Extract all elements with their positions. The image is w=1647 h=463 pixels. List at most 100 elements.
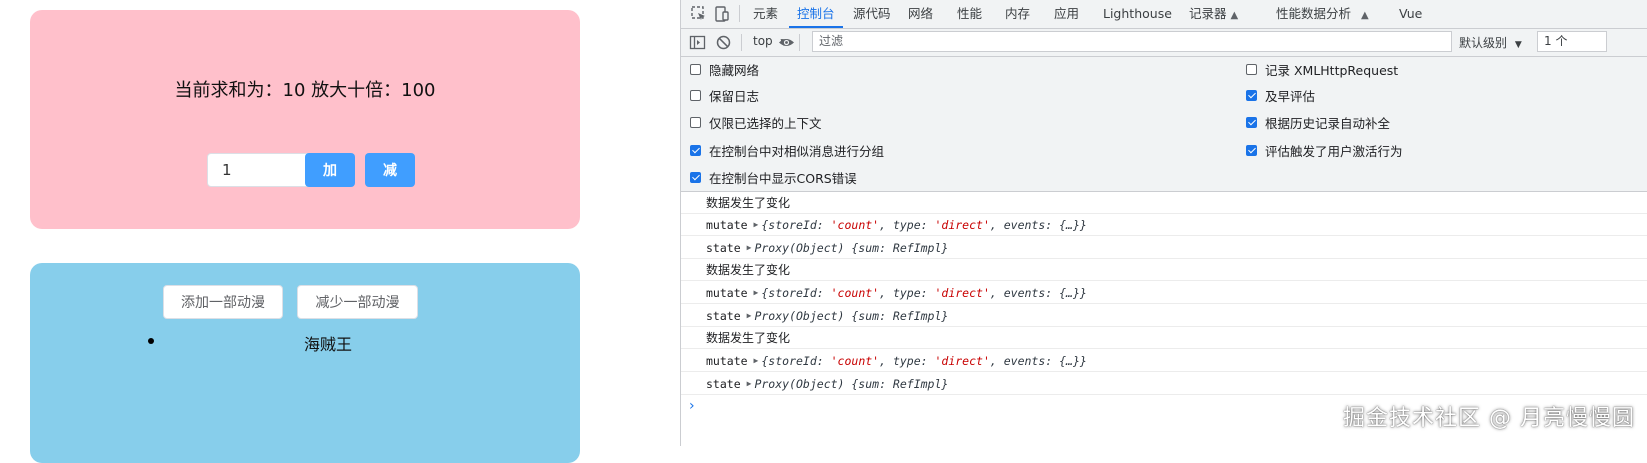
sum-display: 当前求和为：10 放大十倍：100 — [174, 80, 436, 101]
setting-label: 记录 XMLHttpRequest — [1265, 62, 1399, 78]
devtools-tabbar: 元素 控制台 源代码 网络 性能 内存 应用 Lighthouse 记录器 ▲ 性… — [681, 0, 1647, 29]
log-level-value: 默认级别 — [1459, 36, 1508, 50]
log-object: Proxy(Object) {sum: RefImpl} — [754, 308, 949, 323]
tab-recorder[interactable]: 记录器 ▲ — [1189, 0, 1238, 28]
setting-label: 根据历史记录自动补全 — [1265, 115, 1391, 131]
expand-triangle-icon[interactable]: ▶ — [747, 379, 752, 388]
setting-log-xhr[interactable]: 记录 XMLHttpRequest — [1246, 60, 1398, 78]
log-object: {storeId: 'count', type: 'direct', event… — [761, 353, 1087, 368]
checkbox[interactable] — [690, 171, 701, 183]
console-message[interactable]: mutate ▶ {storeId: 'count', type: 'direc… — [681, 282, 1647, 304]
eye-icon[interactable] — [778, 34, 795, 51]
checkbox[interactable] — [1246, 63, 1257, 75]
setting-label: 仅限已选择的上下文 — [709, 115, 822, 131]
setting-show-cors-errors[interactable]: 在控制台中显示CORS错误 — [690, 168, 857, 186]
device-toolbar-icon[interactable] — [713, 5, 731, 23]
subtract-button[interactable]: 减 — [365, 153, 415, 187]
sum-card: 当前求和为：10 放大十倍：100 1 加 减 — [30, 10, 580, 229]
tab-application[interactable]: 应用 — [1054, 0, 1079, 28]
setting-label: 评估触发了用户激活行为 — [1265, 143, 1403, 159]
expand-triangle-icon[interactable]: ▶ — [754, 220, 759, 229]
tab-console[interactable]: 控制台 — [789, 0, 843, 28]
add-button[interactable]: 加 — [305, 153, 355, 187]
expand-triangle-icon[interactable]: ▶ — [747, 243, 752, 252]
console-settings: 隐藏网络 保留日志 仅限已选择的上下文 在控制台中对相似消息进行分组 在控制台中… — [681, 57, 1647, 192]
log-text: 数据发生了变化 — [706, 196, 791, 210]
setting-eager-evaluation[interactable]: 及早评估 — [1246, 86, 1315, 104]
step-select-value: 1 — [222, 161, 232, 179]
separator — [799, 34, 800, 51]
tab-performance-insights-label: 性能数据分析 — [1276, 6, 1352, 21]
setting-group-similar[interactable]: 在控制台中对相似消息进行分组 — [690, 141, 884, 159]
log-label: mutate — [706, 353, 748, 368]
log-text: 数据发生了变化 — [706, 263, 791, 277]
console-prompt[interactable]: › — [689, 398, 695, 414]
log-label: state — [706, 308, 741, 323]
tab-sources[interactable]: 源代码 — [853, 0, 891, 28]
console-message[interactable]: mutate ▶ {storeId: 'count', type: 'direc… — [681, 214, 1647, 236]
checkbox[interactable] — [1246, 116, 1257, 128]
tab-memory[interactable]: 内存 — [1005, 0, 1030, 28]
sidebar-toggle-icon[interactable] — [689, 34, 706, 51]
setting-user-activation[interactable]: 评估触发了用户激活行为 — [1246, 141, 1403, 159]
tab-lighthouse[interactable]: Lighthouse — [1103, 0, 1172, 28]
setting-label: 隐藏网络 — [709, 62, 760, 78]
console-toolbar: top ▼ 过滤 默认级别 ▼ 1 个 — [681, 29, 1647, 57]
experiment-flask-icon: ▲ — [1361, 10, 1369, 21]
devtools-panel: 元素 控制台 源代码 网络 性能 内存 应用 Lighthouse 记录器 ▲ 性… — [680, 0, 1647, 446]
log-object: {storeId: 'count', type: 'direct', event… — [761, 285, 1087, 300]
checkbox[interactable] — [1246, 144, 1257, 156]
inspect-element-icon[interactable] — [690, 5, 708, 23]
expand-triangle-icon[interactable]: ▶ — [747, 311, 752, 320]
checkbox[interactable] — [690, 144, 701, 156]
tab-performance[interactable]: 性能 — [957, 0, 982, 28]
separator — [741, 34, 742, 51]
tab-performance-insights[interactable]: 性能数据分析 ▲ — [1276, 0, 1369, 28]
console-message[interactable]: mutate ▶ {storeId: 'count', type: 'direc… — [681, 350, 1647, 372]
caret-down-icon: ▼ — [1514, 40, 1522, 50]
log-object: Proxy(Object) {sum: RefImpl} — [754, 240, 949, 255]
log-label: mutate — [706, 217, 748, 232]
filter-placeholder: 过滤 — [819, 34, 844, 48]
expand-triangle-icon[interactable]: ▶ — [754, 288, 759, 297]
anime-title: 海贼王 — [303, 335, 352, 354]
checkbox[interactable] — [690, 89, 701, 101]
setting-preserve-log[interactable]: 保留日志 — [690, 86, 759, 104]
log-label: state — [706, 376, 741, 391]
separator — [739, 5, 740, 22]
console-message[interactable]: 数据发生了变化 — [681, 327, 1647, 349]
issues-counter[interactable]: 1 个 — [1537, 31, 1607, 52]
log-level-select[interactable]: 默认级别 ▼ — [1459, 34, 1522, 51]
tab-vue[interactable]: Vue — [1399, 0, 1422, 28]
log-object: {storeId: 'count', type: 'direct', event… — [761, 217, 1087, 232]
setting-autocomplete-history[interactable]: 根据历史记录自动补全 — [1246, 113, 1390, 131]
checkbox[interactable] — [1246, 89, 1257, 101]
remove-anime-button[interactable]: 减少一部动漫 — [297, 285, 418, 319]
tab-network[interactable]: 网络 — [908, 0, 933, 28]
setting-label: 及早评估 — [1265, 88, 1316, 104]
checkbox[interactable] — [690, 116, 701, 128]
console-message[interactable]: 数据发生了变化 — [681, 192, 1647, 214]
clear-console-icon[interactable] — [715, 34, 732, 51]
tab-recorder-label: 记录器 — [1189, 6, 1227, 21]
setting-hide-network[interactable]: 隐藏网络 — [690, 60, 759, 78]
console-message[interactable]: state ▶ Proxy(Object) {sum: RefImpl} — [681, 373, 1647, 395]
console-message[interactable]: state ▶ Proxy(Object) {sum: RefImpl} — [681, 305, 1647, 327]
console-filter-input[interactable]: 过滤 — [812, 31, 1452, 52]
experiment-flask-icon: ▲ — [1230, 10, 1239, 21]
tab-elements[interactable]: 元素 — [753, 0, 778, 28]
add-anime-button[interactable]: 添加一部动漫 — [163, 285, 283, 319]
context-value: top — [753, 34, 773, 48]
setting-label: 保留日志 — [709, 88, 760, 104]
expand-triangle-icon[interactable]: ▶ — [754, 356, 759, 365]
log-label: mutate — [706, 285, 748, 300]
setting-label: 在控制台中对相似消息进行分组 — [709, 143, 885, 159]
console-message[interactable]: state ▶ Proxy(Object) {sum: RefImpl} — [681, 237, 1647, 259]
console-message[interactable]: 数据发生了变化 — [681, 259, 1647, 281]
setting-label: 在控制台中显示CORS错误 — [709, 170, 857, 186]
log-label: state — [706, 240, 741, 255]
setting-selected-context-only[interactable]: 仅限已选择的上下文 — [690, 113, 822, 131]
issues-count: 1 个 — [1544, 34, 1568, 48]
checkbox[interactable] — [690, 63, 701, 75]
app-viewport: 当前求和为：10 放大十倍：100 1 加 减 添加一部动漫 减少一部动漫 海贼… — [0, 0, 680, 463]
